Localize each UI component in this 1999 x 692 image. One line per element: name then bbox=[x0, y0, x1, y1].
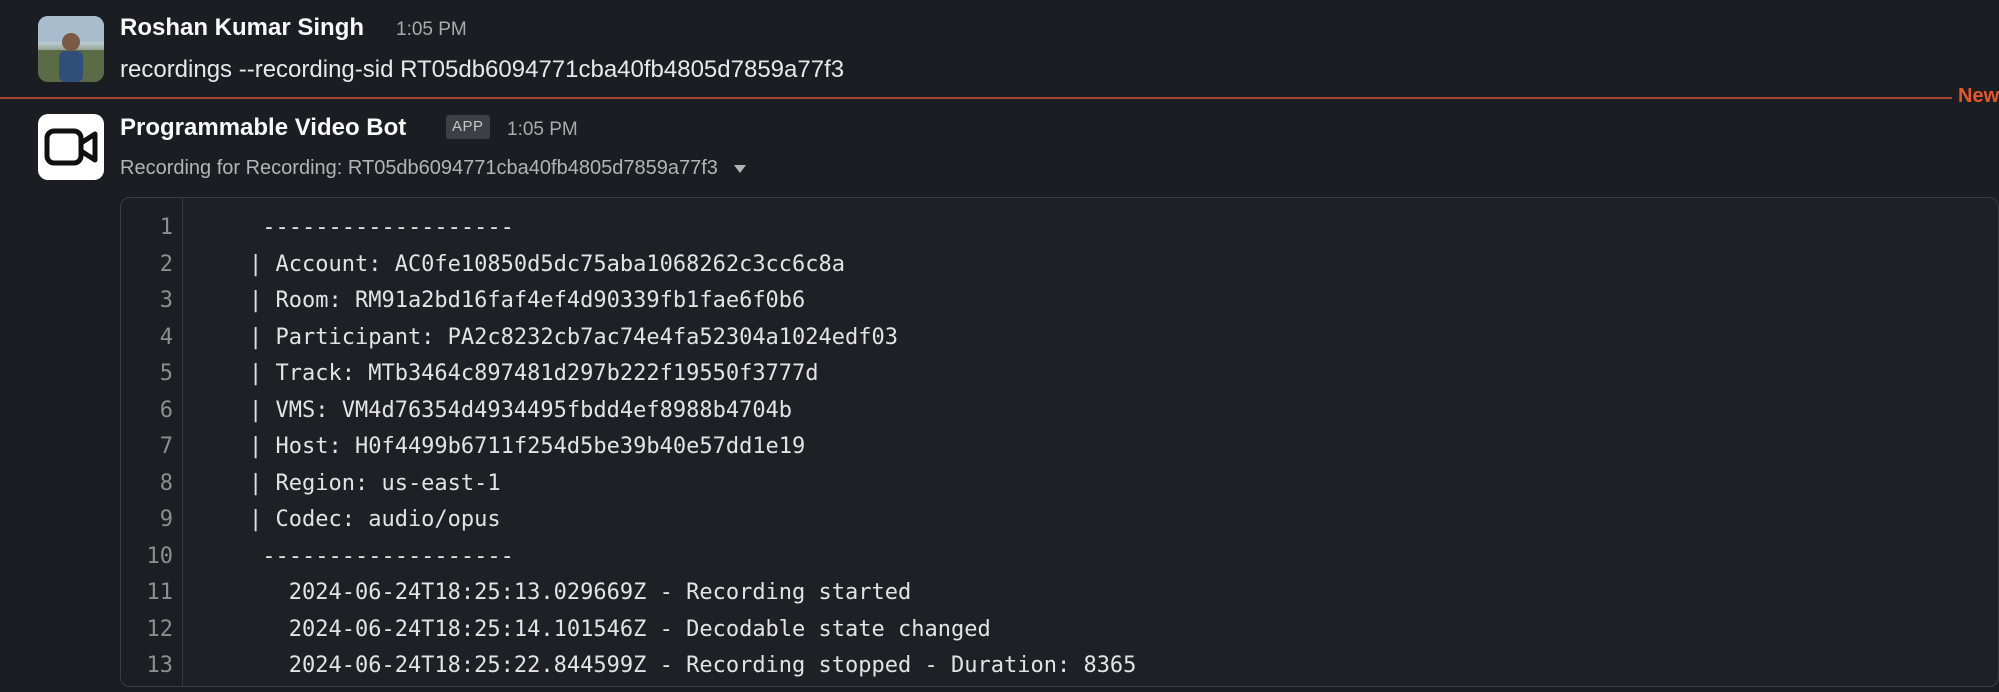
line-number: 5 bbox=[159, 361, 173, 386]
line-number: 1 bbox=[159, 215, 173, 240]
bot-author[interactable]: Programmable Video Bot bbox=[120, 114, 406, 142]
line-number: 6 bbox=[159, 397, 173, 423]
user-avatar[interactable] bbox=[38, 16, 104, 82]
person-photo-icon bbox=[38, 16, 104, 82]
code-line-text: | Codec: audio/opus bbox=[249, 507, 501, 532]
code-line-text: | Region: us-east-1 bbox=[249, 470, 501, 496]
message-author[interactable]: Roshan Kumar Singh bbox=[120, 14, 364, 42]
code-line: 8 | Region: us-east-1 bbox=[121, 466, 1998, 502]
new-messages-divider bbox=[0, 97, 1952, 99]
code-line-text: 2024-06-24T18:25:13.029669Z - Recording … bbox=[249, 580, 912, 605]
code-line-text: | Room: RM91a2bd16faf4ef4d90339fb1fae6f0… bbox=[249, 288, 806, 313]
code-line: 11 2024-06-24T18:25:13.029669Z - Recordi… bbox=[121, 575, 1998, 611]
code-line: 12 2024-06-24T18:25:14.101546Z - Decodab… bbox=[121, 612, 1998, 648]
code-line: 2 | Account: AC0fe10850d5dc75aba1068262c3… bbox=[121, 247, 1998, 283]
line-number: 8 bbox=[159, 470, 173, 496]
new-messages-label: New bbox=[1958, 85, 1999, 107]
recording-subtitle: Recording for Recording: RT05db6094771cb… bbox=[120, 157, 746, 180]
code-line-text: | Participant: PA2c8232cb7ac74e4fa52304a… bbox=[249, 324, 899, 350]
line-number: 3 bbox=[159, 288, 173, 313]
message-roshan: Roshan Kumar Singh 1:05 PM recordings --… bbox=[0, 0, 1999, 98]
code-line: 1 ------------------- bbox=[121, 210, 1998, 246]
line-number: 11 bbox=[146, 580, 174, 605]
code-line: 10 ------------------- bbox=[121, 539, 1998, 575]
code-line: 4 | Participant: PA2c8232cb7ac74e4fa52304… bbox=[121, 320, 1998, 356]
code-line: 13 2024-06-24T18:25:22.844599Z - Recordi… bbox=[121, 648, 1998, 684]
bot-timestamp[interactable]: 1:05 PM bbox=[507, 119, 578, 141]
message-timestamp[interactable]: 1:05 PM bbox=[396, 19, 467, 41]
line-number: 13 bbox=[146, 653, 174, 678]
app-badge: APP bbox=[446, 115, 490, 139]
video-camera-icon bbox=[44, 128, 98, 166]
code-line-text: | Track: MTb3464c897481d297b222f19550f37… bbox=[249, 361, 819, 386]
line-number: 4 bbox=[159, 324, 173, 350]
bot-avatar[interactable] bbox=[38, 114, 104, 180]
chevron-down-icon[interactable] bbox=[733, 164, 746, 173]
code-line-text: | Host: H0f4499b6711f254d5be39b40e57dd1e… bbox=[249, 434, 806, 459]
code-line-text: 2024-06-24T18:25:22.844599Z - Recording … bbox=[249, 653, 1137, 678]
code-line-text: | VMS: VM4d76354d4934495fbdd4ef8988b4704… bbox=[249, 397, 793, 423]
line-number: 2 bbox=[159, 251, 173, 277]
code-line: 7 | Host: H0f4499b6711f254d5be39b40e57dd1… bbox=[121, 429, 1998, 465]
code-line: 6 | VMS: VM4d76354d4934495fbdd4ef8988b470… bbox=[121, 393, 1998, 429]
code-line: 9 | Codec: audio/opus bbox=[121, 502, 1998, 538]
code-line-text: ------------------- bbox=[249, 543, 514, 569]
line-number: 10 bbox=[146, 543, 174, 569]
code-line: 5 | Track: MTb3464c897481d297b222f19550f3… bbox=[121, 356, 1998, 392]
line-number: 9 bbox=[159, 507, 173, 532]
code-line-text: | Account: AC0fe10850d5dc75aba1068262c3c… bbox=[249, 251, 846, 277]
code-line: 3 | Room: RM91a2bd16faf4ef4d90339fb1fae6f… bbox=[121, 283, 1998, 319]
line-number: 7 bbox=[159, 434, 173, 459]
message-text: recordings --recording-sid RT05db6094771… bbox=[120, 56, 845, 83]
code-block: 1 ------------------- 2 | Account: AC0fe10… bbox=[120, 197, 1999, 687]
code-line-text: 2024-06-24T18:25:14.101546Z - Decodable … bbox=[249, 616, 991, 642]
line-number: 12 bbox=[146, 616, 174, 642]
code-line-text: ------------------- bbox=[249, 215, 514, 240]
recording-subtitle-text: Recording for Recording: RT05db6094771cb… bbox=[120, 157, 718, 179]
